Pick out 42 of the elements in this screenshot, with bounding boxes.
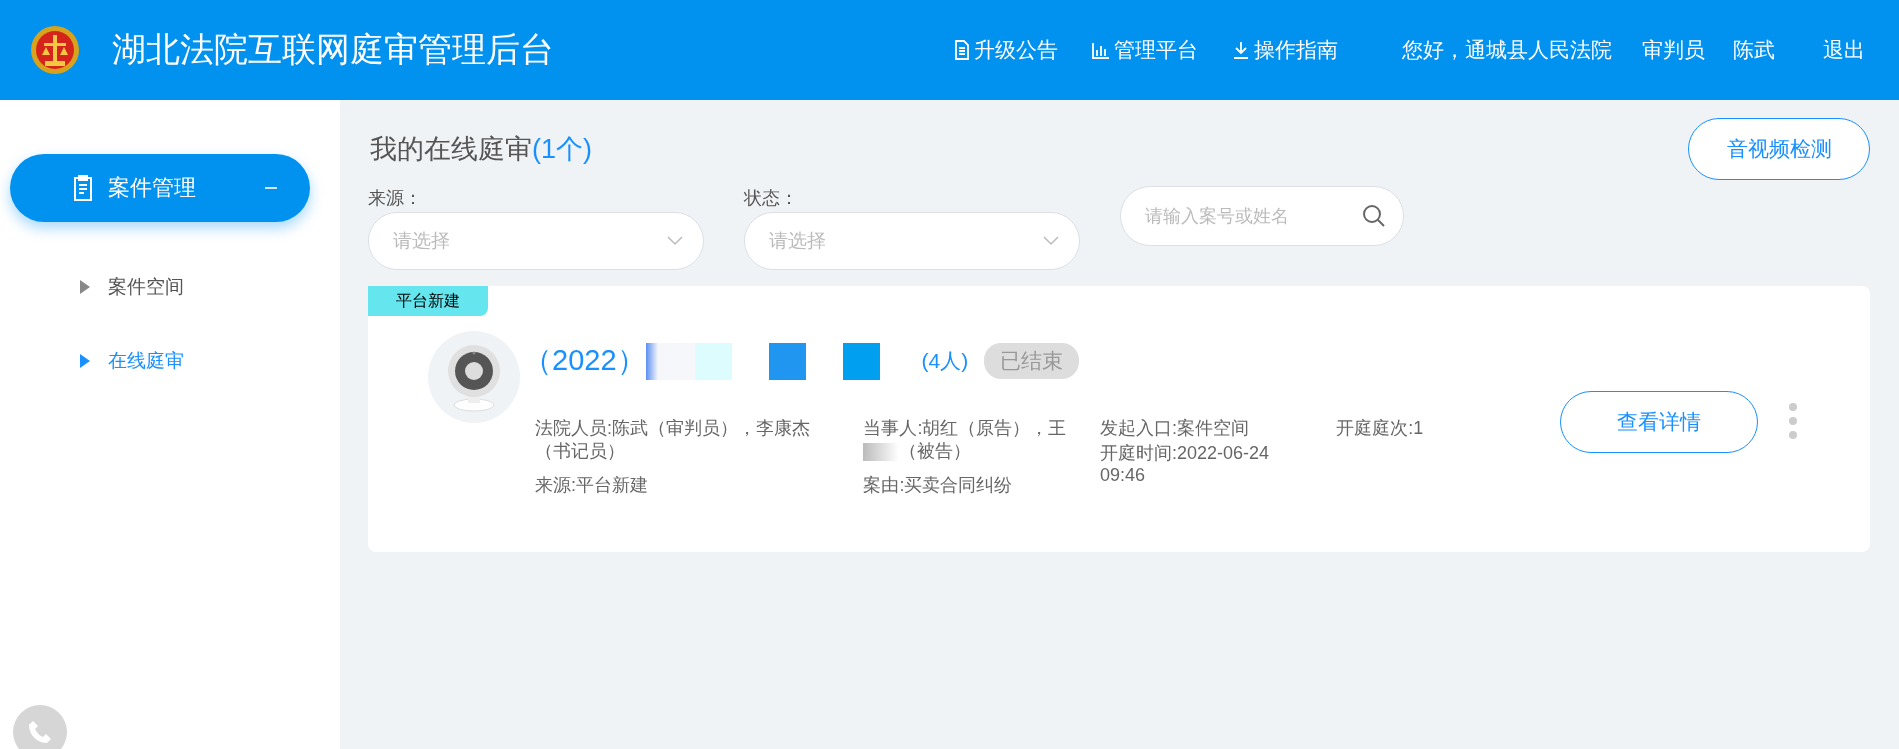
- nav-link[interactable]: 操作指南: [1232, 36, 1338, 64]
- session-text: 开庭庭次:1: [1336, 417, 1425, 440]
- source-text: 来源:平台新建: [535, 474, 649, 497]
- parties-text: 当事人:胡红（原告），王 （被告）: [863, 417, 1068, 462]
- source-tag: 平台新建: [368, 286, 488, 316]
- triangle-icon: [80, 354, 90, 368]
- people-count: (4人): [921, 348, 969, 374]
- entry-text: 发起入口:案件空间: [1099, 417, 1250, 440]
- av-check-button[interactable]: 音视频检测: [1688, 118, 1870, 180]
- status-badge: 已结束: [984, 343, 1080, 379]
- staff-text: 法院人员:陈武（审判员），李康杰（书记员）: [535, 417, 811, 462]
- chevron-down-icon: [667, 236, 683, 246]
- user-role: 审判员: [1642, 37, 1705, 63]
- filter-label: 状态：: [744, 187, 799, 210]
- select-field[interactable]: 请选择: [368, 212, 704, 270]
- bar-chart-icon: [1092, 41, 1110, 59]
- phone-button[interactable]: [13, 705, 67, 749]
- triangle-icon: [80, 280, 90, 294]
- chevron-down-icon: [1043, 236, 1059, 246]
- sidebar-item[interactable]: 案件空间: [0, 274, 340, 300]
- page-title: 我的在线庭审(1个): [370, 133, 592, 166]
- select-field[interactable]: 请选择: [744, 212, 1080, 270]
- user-name: 陈武: [1733, 37, 1775, 63]
- more-icon[interactable]: [1788, 402, 1798, 440]
- nav-link[interactable]: 管理平台: [1092, 36, 1198, 64]
- download-icon: [1232, 41, 1250, 59]
- filter-label: 来源：: [368, 187, 423, 210]
- search-icon: [1362, 204, 1386, 228]
- logout-link[interactable]: 退出: [1823, 36, 1865, 64]
- court-emblem-icon: [30, 25, 80, 75]
- app-title: 湖北法院互联网庭审管理后台: [112, 29, 554, 70]
- redaction-block: [863, 442, 900, 461]
- greeting-text: 您好，通城县人民法院: [1402, 37, 1612, 63]
- search-field[interactable]: 请输入案号或姓名: [1120, 186, 1404, 246]
- document-icon: [954, 40, 970, 60]
- time-text: 开庭时间:2022-06-24 09:46: [1099, 441, 1271, 487]
- details-button[interactable]: 查看详情: [1560, 391, 1758, 453]
- sidebar-group-button[interactable]: 案件管理: [10, 154, 310, 222]
- cause-text: 案由:买卖合同纠纷: [863, 474, 1014, 497]
- nav-link[interactable]: 升级公告: [954, 36, 1058, 64]
- sidebar-item[interactable]: 在线庭审: [0, 348, 340, 374]
- case-number[interactable]: （2022）: [523, 341, 646, 381]
